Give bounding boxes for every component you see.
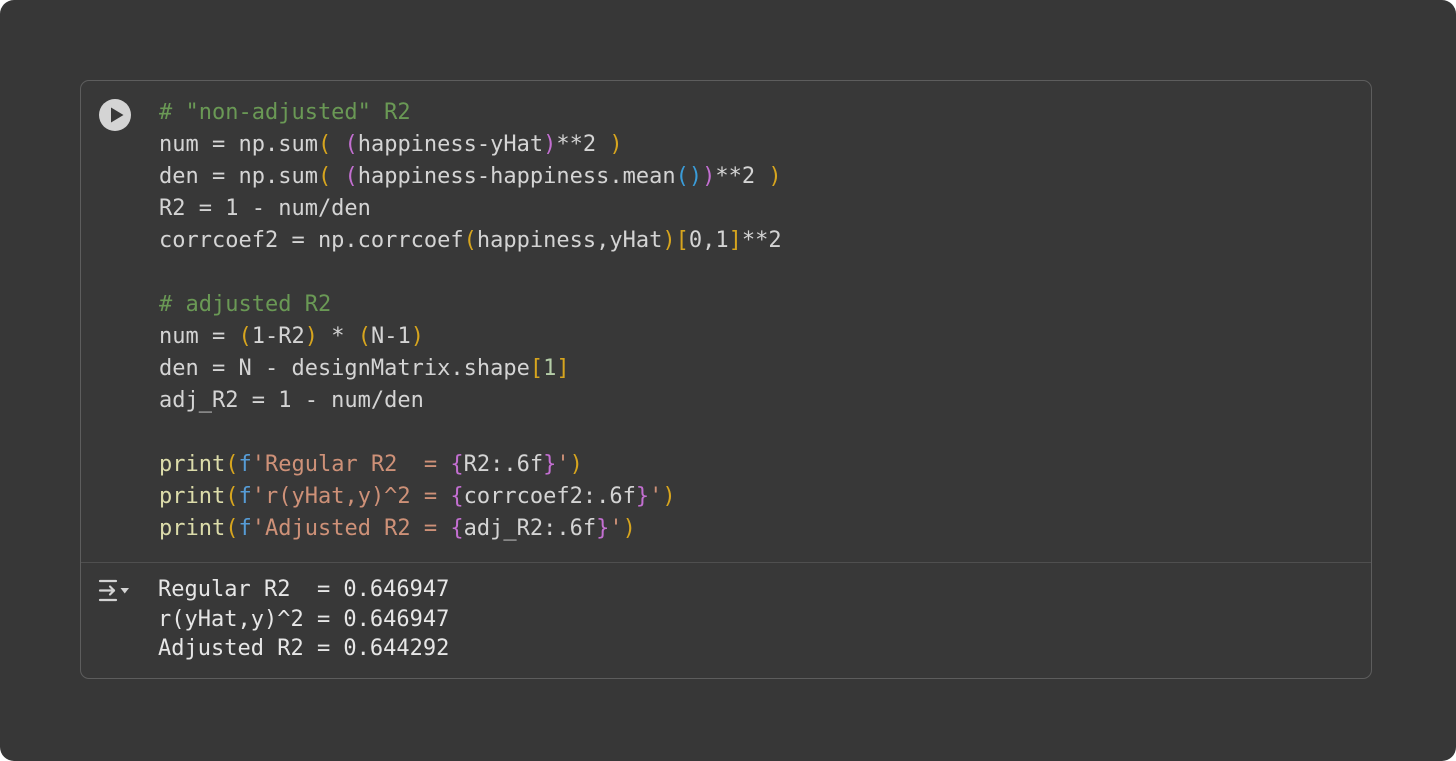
- code-token: {: [450, 452, 464, 477]
- code-line: den = np.sum( (happiness-happiness.mean(…: [159, 161, 1349, 193]
- code-token: 'Regular R2 =: [251, 452, 451, 477]
- code-token: ): [304, 324, 318, 349]
- code-token: 'r(yHat,y)^2 =: [251, 484, 451, 509]
- code-token: (: [225, 452, 239, 477]
- code-token: 1-R2: [251, 324, 305, 349]
- code-token: (: [225, 516, 239, 541]
- code-token: ): [702, 164, 716, 189]
- code-token: (: [238, 324, 252, 349]
- cell-output-divider: [81, 562, 1371, 563]
- code-line: # adjusted R2: [159, 289, 1349, 321]
- code-token: {: [450, 484, 464, 509]
- code-token: ): [662, 484, 676, 509]
- code-token: **2: [556, 132, 610, 157]
- code-token: adj_R2 = 1 - num/den: [159, 388, 424, 413]
- code-token: print: [159, 484, 226, 509]
- code-token: f: [238, 452, 252, 477]
- code-token: f: [238, 516, 252, 541]
- output-line: Adjusted R2 = 0.644292: [158, 636, 450, 661]
- code-token: 'Adjusted R2 =: [251, 516, 451, 541]
- code-token: [: [529, 356, 544, 381]
- code-token: ): [543, 132, 557, 157]
- code-token: (: [317, 132, 332, 157]
- code-token: (): [675, 164, 703, 189]
- code-token: happiness-happiness.mean: [357, 164, 676, 189]
- code-line: # "non-adjusted" R2: [159, 97, 1349, 129]
- output-collapse-button[interactable]: [97, 577, 131, 605]
- code-line: num = np.sum( (happiness-yHat)**2 ): [159, 129, 1349, 161]
- code-token: ): [609, 132, 623, 157]
- code-token: den = N - designMatrix.shape: [159, 356, 530, 381]
- code-token: happiness,yHat: [476, 228, 663, 253]
- code-line: R2 = 1 - num/den: [159, 193, 1349, 225]
- code-token: ): [622, 516, 636, 541]
- code-token: # adjusted R2: [159, 292, 332, 317]
- code-line: corrcoef2 = np.corrcoef(happiness,yHat)[…: [159, 225, 1349, 257]
- code-line: num = (1-R2) * (N-1): [159, 321, 1349, 353]
- code-token: 0,1: [688, 228, 729, 253]
- cell-output: Regular R2 = 0.646947 r(yHat,y)^2 = 0.646…: [158, 575, 449, 664]
- code-token: den = np.sum: [159, 164, 318, 189]
- code-editor[interactable]: # "non-adjusted" R2 num = np.sum( (happin…: [159, 97, 1349, 545]
- output-line: r(yHat,y)^2 = 0.646947: [158, 606, 450, 632]
- code-token: ): [662, 228, 676, 253]
- code-token: **2: [715, 164, 769, 189]
- code-token: (: [357, 324, 371, 349]
- code-token: (: [225, 484, 239, 509]
- code-token: ]: [556, 356, 570, 381]
- code-token: (: [344, 164, 358, 189]
- code-token: }: [635, 484, 650, 509]
- play-circle-icon: [111, 107, 124, 123]
- run-cell-button[interactable]: [99, 99, 131, 131]
- code-line: print(f'Regular R2 = {R2:.6f}'): [159, 449, 1349, 481]
- code-token: print: [159, 452, 226, 477]
- output-line: Regular R2 = 0.646947: [158, 577, 450, 602]
- code-line: den = N - designMatrix.shape[1]: [159, 353, 1349, 385]
- code-token: ': [609, 516, 623, 541]
- code-token: adj_R2:.6f: [463, 516, 597, 541]
- code-token: ): [569, 452, 583, 477]
- code-token: (: [344, 132, 358, 157]
- code-token: corrcoef2:.6f: [463, 484, 636, 509]
- code-line: print(f'r(yHat,y)^2 = {corrcoef2:.6f}'): [159, 481, 1349, 513]
- code-token: ): [768, 164, 782, 189]
- output-collapse-icon: [98, 579, 129, 602]
- code-token: # "non-adjusted" R2: [159, 100, 411, 125]
- code-token: N-1: [370, 324, 411, 349]
- code-line: adj_R2 = 1 - num/den: [159, 385, 1349, 417]
- code-token: 1: [543, 356, 557, 381]
- code-token: num =: [159, 324, 239, 349]
- code-token: happiness-yHat: [357, 132, 544, 157]
- code-token: (: [463, 228, 477, 253]
- code-token: (: [317, 164, 332, 189]
- code-token: R2 = 1 - num/den: [159, 196, 371, 221]
- code-token: print: [159, 516, 226, 541]
- code-token: ]: [728, 228, 742, 253]
- code-token: f: [238, 484, 252, 509]
- code-token: *: [317, 324, 358, 349]
- code-token: ': [556, 452, 570, 477]
- code-token: corrcoef2 = np.corrcoef: [159, 228, 464, 253]
- code-token: }: [596, 516, 610, 541]
- code-token: **2: [741, 228, 782, 253]
- code-cell[interactable]: # "non-adjusted" R2 num = np.sum( (happin…: [80, 80, 1372, 679]
- code-token: }: [543, 452, 557, 477]
- code-token: num = np.sum: [159, 132, 318, 157]
- code-token: {: [450, 516, 464, 541]
- code-line: print(f'Adjusted R2 = {adj_R2:.6f}'): [159, 513, 1349, 545]
- code-token: [: [675, 228, 689, 253]
- code-token: R2:.6f: [463, 452, 544, 477]
- screenshot-frame: # "non-adjusted" R2 num = np.sum( (happin…: [0, 0, 1456, 761]
- code-token: ): [410, 324, 424, 349]
- code-token: ': [649, 484, 663, 509]
